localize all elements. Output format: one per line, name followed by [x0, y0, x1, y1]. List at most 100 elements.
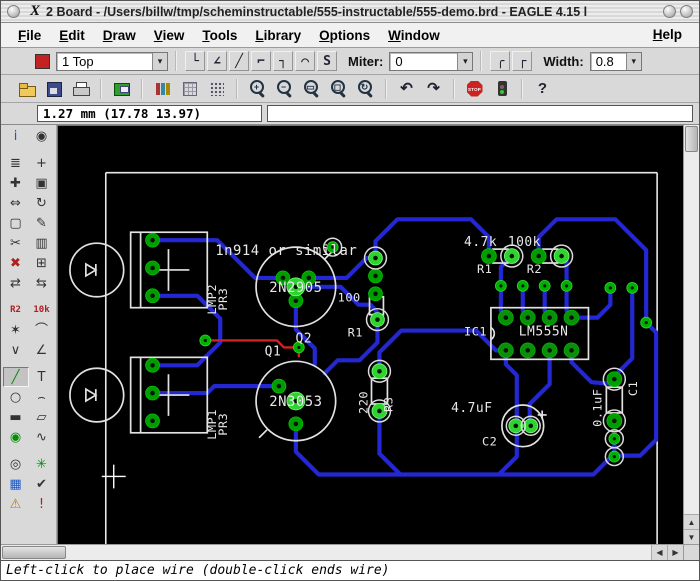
wire-bend-style-5[interactable]: ⌒	[295, 51, 315, 71]
vertical-scrollbar[interactable]: ▲ ▼	[683, 125, 699, 544]
show-tool[interactable]: ◉	[28, 126, 55, 146]
zoom-redraw-button[interactable]: ↻	[353, 76, 378, 101]
errors-tool[interactable]: !	[28, 494, 55, 514]
wire-bend-style-4[interactable]: ┐	[273, 51, 293, 71]
minimize-button[interactable]	[663, 5, 676, 18]
display-tool[interactable]: ≣	[2, 153, 29, 173]
copy-tool[interactable]: ▣	[28, 173, 55, 193]
add-icon: ⊞	[36, 255, 47, 271]
gateswap-tool[interactable]: ⇆	[28, 273, 55, 293]
miter-style-0[interactable]: ╭	[490, 51, 511, 71]
print-button[interactable]	[68, 76, 93, 101]
add-tool[interactable]: ⊞	[28, 253, 55, 273]
miter-combobox[interactable]: 0 ▾	[389, 51, 474, 71]
open-button[interactable]	[14, 76, 39, 101]
rect-tool[interactable]: ▬	[2, 407, 29, 427]
horizontal-scrollbar[interactable]: ◀ ▶	[1, 544, 683, 560]
menu-help[interactable]: Help	[644, 24, 691, 45]
auto-tool[interactable]: ▦	[2, 474, 29, 494]
via-tool[interactable]: ◉	[2, 427, 29, 447]
grid-settings-button[interactable]	[204, 76, 229, 101]
info-tool[interactable]: i	[2, 126, 29, 146]
redo-button[interactable]: ↷	[421, 76, 446, 101]
wire-bend-style-3[interactable]: ⌐	[251, 51, 271, 71]
display-layers-button[interactable]	[177, 76, 202, 101]
miter-wire-tool[interactable]: ⌒	[28, 320, 55, 340]
save-button[interactable]	[41, 76, 66, 101]
group-tool[interactable]: ▢	[2, 213, 29, 233]
miter-style-1[interactable]: ┌	[512, 51, 533, 71]
vscroll-thumb[interactable]	[685, 126, 698, 152]
split-tool[interactable]: ∨	[2, 340, 29, 360]
value-tool[interactable]: 10k	[28, 300, 55, 320]
undo-button[interactable]: ↶	[394, 76, 419, 101]
mark-tool[interactable]: +	[28, 153, 55, 173]
move-tool[interactable]: ✚	[2, 173, 29, 193]
wire-bend-style-6[interactable]: S	[317, 51, 337, 71]
smash-tool[interactable]: ✶	[2, 320, 29, 340]
circle-tool[interactable]: ○	[2, 387, 29, 407]
menu-tools[interactable]: Tools	[193, 25, 246, 46]
hscroll-thumb[interactable]	[2, 546, 66, 559]
hole-tool[interactable]: ◎	[2, 454, 29, 474]
scroll-up-button[interactable]: ▲	[684, 514, 699, 529]
toolbar-separator	[236, 78, 238, 99]
board-schematic-button[interactable]	[109, 76, 134, 101]
scroll-down-button[interactable]: ▼	[684, 529, 699, 544]
zoom-select-button[interactable]: ◻	[326, 76, 351, 101]
menu-edit[interactable]: Edit	[50, 25, 94, 46]
library-use-button[interactable]	[150, 76, 175, 101]
zoom-in-button[interactable]: +	[245, 76, 270, 101]
command-input[interactable]	[267, 105, 693, 122]
redo-icon: ↷	[427, 79, 440, 97]
text-icon: T	[37, 369, 46, 385]
rotate-tool[interactable]: ↻	[28, 193, 55, 213]
stop-button[interactable]: STOP	[462, 76, 487, 101]
layer-combobox[interactable]: 1 Top ▾	[56, 51, 168, 71]
vscroll-track[interactable]	[684, 153, 699, 514]
maximize-button[interactable]	[680, 5, 693, 18]
ratsnest-tool[interactable]: ✳	[28, 454, 55, 474]
delete-tool[interactable]: ✖	[2, 253, 29, 273]
name-tool[interactable]: R2	[2, 300, 29, 320]
scroll-left-button[interactable]: ◀	[651, 545, 667, 560]
wire-bend-style-1[interactable]: ∠	[207, 51, 227, 71]
paste-tool[interactable]: ▥	[28, 233, 55, 253]
width-combobox[interactable]: 0.8 ▾	[589, 51, 642, 71]
board-canvas[interactable]: 1n914 or similar 2N2905 Q2 Q1 2N3053 100 R1 220…	[58, 126, 683, 544]
arc-tool[interactable]: ⌢	[28, 387, 55, 407]
polygon-icon: ▱	[36, 409, 47, 425]
menu-view[interactable]: View	[145, 25, 194, 46]
menu-options[interactable]: Options	[310, 25, 379, 46]
layer-color-swatch[interactable]	[35, 53, 50, 69]
hscroll-track[interactable]	[67, 545, 651, 560]
zoom-fit-button[interactable]: ▭	[299, 76, 324, 101]
menu-window[interactable]: Window	[379, 25, 449, 46]
wire-bend-style-2[interactable]: ╱	[229, 51, 249, 71]
hole-icon: ◎	[9, 456, 22, 472]
drc-tool[interactable]: ⚠	[2, 494, 29, 514]
erc-tool[interactable]: ✔	[28, 474, 55, 494]
polygon-tool[interactable]: ▱	[28, 407, 55, 427]
undo-icon: ↶	[400, 79, 413, 97]
close-button[interactable]	[7, 5, 20, 18]
cut-tool[interactable]: ✂	[2, 233, 29, 253]
menu-draw[interactable]: Draw	[94, 25, 145, 46]
wire-tool[interactable]: ╱	[2, 367, 29, 387]
smash-icon: ✶	[10, 322, 21, 338]
wire-bend-style-0[interactable]: └	[185, 51, 205, 71]
scroll-right-button[interactable]: ▶	[667, 545, 683, 560]
zoom-out-button[interactable]: −	[272, 76, 297, 101]
titlebar[interactable]: X 2 Board - /Users/billw/tmp/scheminstru…	[1, 1, 699, 23]
menu-library[interactable]: Library	[246, 25, 310, 46]
menu-file[interactable]: File	[9, 25, 50, 46]
go-button[interactable]	[489, 76, 514, 101]
optimize-tool[interactable]: ∠	[28, 340, 55, 360]
change-tool[interactable]: ✎	[28, 213, 55, 233]
help-button[interactable]: ?	[530, 76, 555, 101]
signal-tool[interactable]: ∿	[28, 427, 55, 447]
mirror-tool[interactable]: ⇔	[2, 193, 29, 213]
pinswap-tool[interactable]: ⇄	[2, 273, 29, 293]
copy-icon: ▣	[35, 175, 48, 191]
text-tool[interactable]: T	[28, 367, 55, 387]
